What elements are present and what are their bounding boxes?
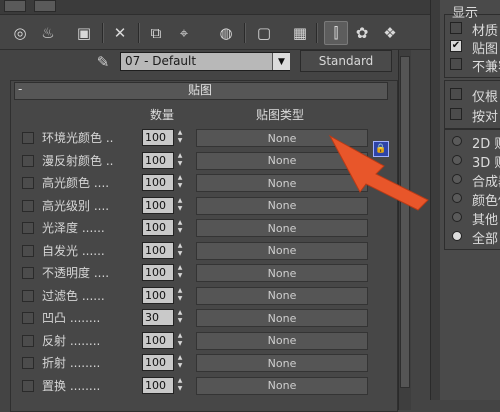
top-button-right[interactable] xyxy=(34,0,56,12)
display-option-label: 仅根 xyxy=(472,90,499,105)
amount-spinner-icon[interactable]: ▲ ▼ xyxy=(174,309,186,326)
amount-spinner-icon[interactable]: ▲ ▼ xyxy=(174,264,186,281)
map-amount-input[interactable]: 100 xyxy=(142,331,174,349)
map-amount-input[interactable]: 100 xyxy=(142,264,174,281)
toolbar-separator xyxy=(316,23,318,43)
rollout-title: 贴图 xyxy=(187,83,212,97)
map-amount-input[interactable]: 100 xyxy=(142,376,174,394)
display-checkbox[interactable] xyxy=(450,88,462,100)
globe-icon[interactable]: ◍ xyxy=(214,21,238,45)
toolbar-separator xyxy=(138,23,140,43)
map-amount-input[interactable]: 30 xyxy=(142,309,174,326)
map-amount-input[interactable]: 100 xyxy=(142,241,174,259)
map-slot-button[interactable]: None xyxy=(196,309,368,327)
material-type-button[interactable]: Standard xyxy=(300,50,392,72)
map-row: 自发光 ...... 100 ▲ ▼ None xyxy=(18,241,378,261)
map-amount-input[interactable]: 100 xyxy=(142,219,174,236)
top-button-left[interactable] xyxy=(4,0,26,12)
display-section-title: 显示 xyxy=(452,6,479,21)
map-slot-button[interactable]: None xyxy=(196,331,368,350)
cube-icon[interactable]: ▣ xyxy=(72,21,96,45)
map-row: 过滤色 ...... 100 ▲ ▼ None xyxy=(18,286,378,306)
display-option-label: 材质 xyxy=(472,24,499,39)
checker-icon[interactable]: ▦ xyxy=(288,21,312,45)
collapse-icon[interactable]: - xyxy=(18,82,32,98)
red-arrow-annotation xyxy=(328,134,429,211)
amount-spinner-icon[interactable]: ▲ ▼ xyxy=(174,354,186,371)
display-checkbox[interactable] xyxy=(450,108,462,120)
amount-spinner-icon[interactable]: ▲ ▼ xyxy=(174,377,186,394)
select-icon[interactable]: ▢ xyxy=(252,21,276,45)
display-checkbox[interactable] xyxy=(450,58,462,70)
map-enable-checkbox[interactable] xyxy=(22,379,34,392)
map-slot-button[interactable]: None xyxy=(196,376,368,395)
material-editor-toolbar: ◎ ♨ ▣ ✕ ⧉ ⌖ ◍ ▢ ▦ ⫿ ✿ ❖ xyxy=(0,14,430,50)
map-enable-checkbox[interactable] xyxy=(22,289,34,302)
display-option-label: 贴图 xyxy=(472,42,499,57)
map-enable-checkbox[interactable] xyxy=(22,244,34,257)
map-row: 凹凸 ........ 30 ▲ ▼ None xyxy=(18,308,378,328)
map-amount-input[interactable]: 100 xyxy=(142,354,174,371)
map-enable-checkbox[interactable] xyxy=(22,132,34,144)
map-amount-input[interactable]: 100 xyxy=(142,174,174,191)
amount-spinner-icon[interactable]: ▲ ▼ xyxy=(174,152,186,169)
amount-spinner-icon[interactable]: ▲ ▼ xyxy=(174,174,186,191)
map-slot-button[interactable]: None xyxy=(196,264,368,282)
map-row: 不透明度 .... 100 ▲ ▼ None xyxy=(18,263,378,283)
pick-icon[interactable]: ⌖ xyxy=(172,21,196,45)
chevron-down-icon[interactable]: ▼ xyxy=(272,53,290,70)
show-end-icon[interactable]: ⫿ xyxy=(324,21,348,45)
eyedropper-icon[interactable]: ✎ xyxy=(92,52,114,72)
amount-spinner-icon[interactable]: ▲ ▼ xyxy=(174,219,186,236)
map-enable-checkbox[interactable] xyxy=(22,357,34,369)
delete-x-icon[interactable]: ✕ xyxy=(108,21,132,45)
display-checkbox[interactable]: ✔ xyxy=(450,40,462,52)
map-amount-input[interactable]: 100 xyxy=(142,286,174,304)
map-enable-checkbox[interactable] xyxy=(22,334,34,347)
copy-icon[interactable]: ⧉ xyxy=(144,21,168,45)
map-enable-checkbox[interactable] xyxy=(22,312,34,324)
map-enable-checkbox[interactable] xyxy=(22,222,34,234)
map-amount-input[interactable]: 100 xyxy=(142,151,174,169)
teapot-icon[interactable]: ♨ xyxy=(36,21,60,45)
amount-spinner-icon[interactable]: ▲ ▼ xyxy=(174,129,186,146)
display-option-label: 不兼容 xyxy=(472,60,500,75)
amount-spinner-icon[interactable]: ▲ ▼ xyxy=(174,287,186,304)
map-enable-checkbox[interactable] xyxy=(22,267,34,279)
map-slot-button[interactable]: None xyxy=(196,354,368,372)
map-enable-checkbox[interactable] xyxy=(22,154,34,167)
amount-spinner-icon[interactable]: ▲ ▼ xyxy=(174,197,186,214)
sphere-icon[interactable]: ◎ xyxy=(8,21,32,45)
map-row: 折射 ........ 100 ▲ ▼ None xyxy=(18,353,378,373)
toolbar-separator xyxy=(102,23,104,43)
map-row: 反射 ........ 100 ▲ ▼ None xyxy=(18,331,378,351)
map-amount-input[interactable]: 100 xyxy=(142,129,174,146)
map-row: 置换 ........ 100 ▲ ▼ None xyxy=(18,376,378,396)
display-checkbox[interactable] xyxy=(450,22,462,34)
material-name-dropdown[interactable]: 07 - Default xyxy=(120,52,290,71)
toolbar-separator xyxy=(244,23,246,43)
options-icon[interactable]: ❖ xyxy=(378,21,402,45)
map-slot-button[interactable]: None xyxy=(196,286,368,305)
map-amount-input[interactable]: 100 xyxy=(142,196,174,214)
material-map-icon[interactable]: ✿ xyxy=(350,21,374,45)
map-enable-checkbox[interactable] xyxy=(22,199,34,212)
map-enable-checkbox[interactable] xyxy=(22,177,34,189)
column-header-amount: 数量 xyxy=(149,108,174,122)
amount-spinner-icon[interactable]: ▲ ▼ xyxy=(174,242,186,259)
amount-spinner-icon[interactable]: ▲ ▼ xyxy=(174,332,186,349)
map-slot-button[interactable]: None xyxy=(196,241,368,260)
top-strip xyxy=(0,0,430,14)
